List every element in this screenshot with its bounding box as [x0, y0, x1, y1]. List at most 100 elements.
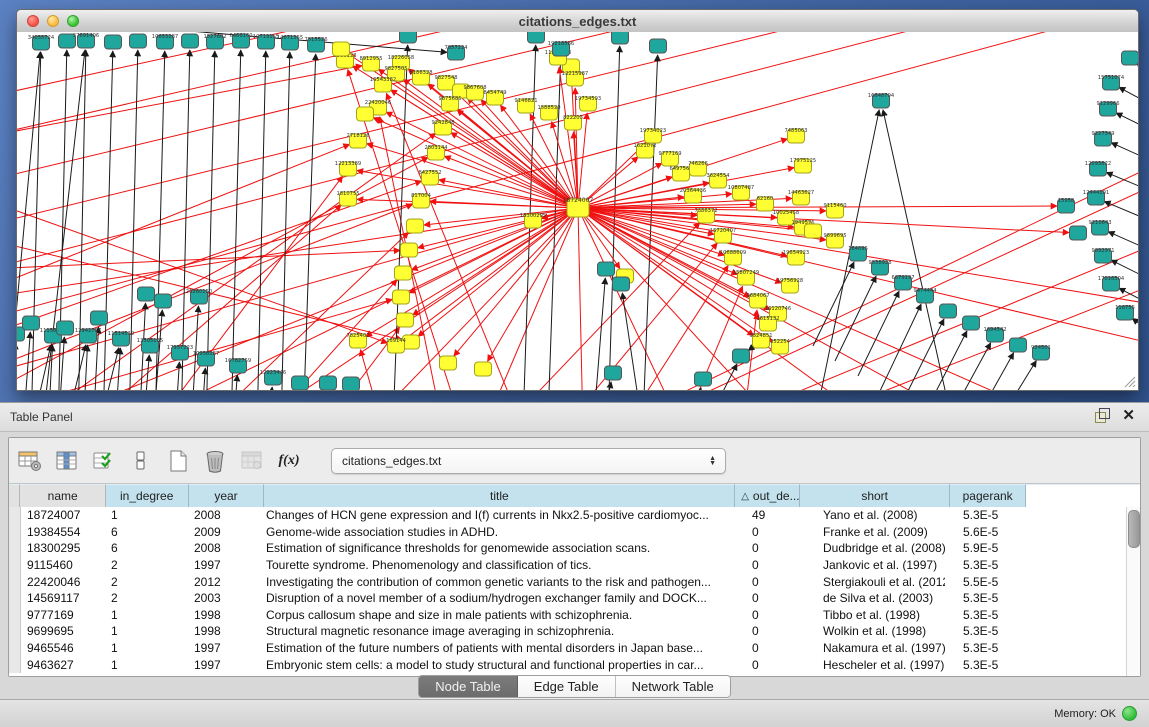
- table-row[interactable]: 1872400712008Changes of HCN gene express…: [9, 507, 1127, 524]
- citation-node-yellow[interactable]: [397, 313, 414, 327]
- citation-node-teal[interactable]: [105, 35, 122, 49]
- citation-node-yellow[interactable]: [805, 224, 822, 238]
- citation-node-teal[interactable]: [1070, 226, 1087, 240]
- citation-node-teal[interactable]: [343, 377, 360, 390]
- tab-node-table[interactable]: Node Table: [419, 676, 518, 697]
- scrollbar-thumb[interactable]: [1128, 510, 1140, 548]
- close-panel-icon[interactable]: ✕: [1122, 409, 1135, 423]
- citation-node-teal[interactable]: [598, 262, 615, 276]
- citation-edge-black[interactable]: [948, 343, 991, 390]
- citation-edge-black[interactable]: [201, 368, 205, 390]
- function-builder-icon[interactable]: f(x): [276, 448, 302, 474]
- citation-node-teal[interactable]: [320, 376, 337, 390]
- citation-edge-black[interactable]: [231, 50, 241, 390]
- table-row[interactable]: 2242004622012Investigating the contribut…: [9, 573, 1127, 590]
- tab-edge-table[interactable]: Edge Table: [518, 676, 616, 697]
- citation-node-teal[interactable]: [940, 304, 957, 318]
- citation-edge-black[interactable]: [1132, 318, 1138, 341]
- citation-node-teal[interactable]: [91, 311, 108, 325]
- table-row[interactable]: 1456911722003Disruption of a novel membe…: [9, 590, 1127, 607]
- citation-edge-red[interactable]: [457, 110, 578, 208]
- resize-grip[interactable]: [1125, 377, 1135, 387]
- network-window-titlebar[interactable]: citations_edges.txt: [17, 10, 1138, 33]
- citation-edge-black[interactable]: [622, 293, 643, 390]
- column-header-short[interactable]: short: [800, 484, 950, 507]
- citation-edge-black[interactable]: [98, 348, 119, 390]
- citation-node-yellow[interactable]: [440, 356, 457, 370]
- float-panel-icon[interactable]: [1095, 408, 1110, 423]
- citation-node-teal[interactable]: [695, 372, 712, 386]
- citation-edge-red[interactable]: [578, 208, 787, 256]
- citation-edge-black[interactable]: [1119, 87, 1138, 111]
- citation-node-teal[interactable]: [138, 287, 155, 301]
- column-header-name[interactable]: name: [20, 484, 105, 507]
- citation-edge-black[interactable]: [257, 51, 266, 390]
- citation-edge-red[interactable]: [17, 32, 1043, 286]
- citation-edge-black[interactable]: [268, 387, 272, 390]
- table-row[interactable]: 969969511998Structural magnetic resonanc…: [9, 623, 1127, 640]
- citation-edge-red[interactable]: [683, 286, 743, 390]
- table-selector-dropdown[interactable]: citations_edges.txt ▲▼: [331, 448, 726, 474]
- citation-node-teal[interactable]: [57, 321, 74, 335]
- table-settings-icon[interactable]: [17, 448, 43, 474]
- citation-node-teal[interactable]: [130, 34, 147, 48]
- citation-node-yellow[interactable]: [407, 219, 424, 233]
- citation-node-teal[interactable]: [612, 32, 629, 44]
- edit-columns-icon[interactable]: [91, 448, 117, 474]
- citation-edge-red[interactable]: [360, 350, 383, 390]
- citation-edge-black[interactable]: [815, 110, 879, 390]
- table-row[interactable]: 911546021997Tourette syndrome. Phenomeno…: [9, 557, 1127, 574]
- citation-edge-red[interactable]: [503, 223, 700, 390]
- column-header-year[interactable]: year: [189, 484, 265, 507]
- citation-edge-black[interactable]: [175, 362, 179, 390]
- delete-column-icon[interactable]: [202, 448, 228, 474]
- citation-edge-black[interactable]: [281, 52, 290, 390]
- table-scrollbar[interactable]: [1126, 507, 1140, 676]
- citation-node-yellow[interactable]: [357, 107, 374, 121]
- citation-node-yellow[interactable]: [393, 290, 410, 304]
- citation-edge-black[interactable]: [993, 361, 1036, 390]
- citation-edge-black[interactable]: [1106, 172, 1138, 196]
- citation-node-teal[interactable]: [23, 316, 40, 330]
- citation-node-yellow[interactable]: [401, 243, 418, 257]
- citation-edge-black[interactable]: [1111, 143, 1138, 166]
- citation-edge-red[interactable]: [578, 208, 583, 390]
- citation-edge-black[interactable]: [206, 51, 215, 390]
- citation-node-yellow[interactable]: [395, 266, 412, 280]
- table-row[interactable]: 1938455462009Genome-wide association stu…: [9, 524, 1127, 541]
- citation-node-yellow[interactable]: [333, 42, 350, 56]
- citation-edge-red[interactable]: [623, 266, 728, 390]
- row-mode-icon[interactable]: [128, 448, 154, 474]
- citation-network-graph[interactable]: 1872400718300295896012389129551822605898…: [17, 32, 1138, 390]
- citation-node-teal[interactable]: [182, 34, 199, 48]
- citation-node-teal[interactable]: [613, 277, 630, 291]
- citation-edge-black[interactable]: [181, 50, 190, 390]
- citation-edge-red[interactable]: [578, 208, 1138, 346]
- column-header-out-de-[interactable]: △out_de...: [735, 484, 800, 507]
- citation-node-teal[interactable]: [650, 39, 667, 53]
- table-row[interactable]: 977716911998Corpus callosum shape and si…: [9, 607, 1127, 624]
- citation-edge-black[interactable]: [23, 332, 30, 390]
- citation-node-teal[interactable]: [292, 376, 309, 390]
- show-columns-icon[interactable]: [54, 448, 80, 474]
- citation-edge-black[interactable]: [1137, 64, 1138, 81]
- new-column-icon[interactable]: [165, 448, 191, 474]
- citation-edge-red[interactable]: [373, 118, 578, 208]
- table-row[interactable]: 946554611997Estimation of the future num…: [9, 640, 1127, 657]
- citation-edge-black[interactable]: [593, 278, 605, 390]
- column-header-title[interactable]: title: [264, 484, 735, 507]
- citation-edge-red[interactable]: [418, 208, 578, 336]
- citation-edge-red[interactable]: [17, 157, 428, 390]
- citation-edge-red[interactable]: [23, 133, 436, 390]
- citation-edge-red[interactable]: [483, 208, 578, 390]
- citation-node-teal[interactable]: [1122, 51, 1139, 65]
- citation-edge-red[interactable]: [603, 161, 1138, 390]
- table-row[interactable]: 1830029562008Estimation of significance …: [9, 540, 1127, 557]
- citation-edge-red[interactable]: [17, 181, 388, 343]
- citation-edge-red[interactable]: [454, 208, 578, 356]
- citation-node-teal[interactable]: [963, 316, 980, 330]
- citation-node-teal[interactable]: [1010, 338, 1027, 352]
- citation-edge-red[interactable]: [563, 243, 717, 390]
- column-header-in-degree[interactable]: in_degree: [106, 484, 189, 507]
- citation-node-teal[interactable]: [733, 349, 750, 363]
